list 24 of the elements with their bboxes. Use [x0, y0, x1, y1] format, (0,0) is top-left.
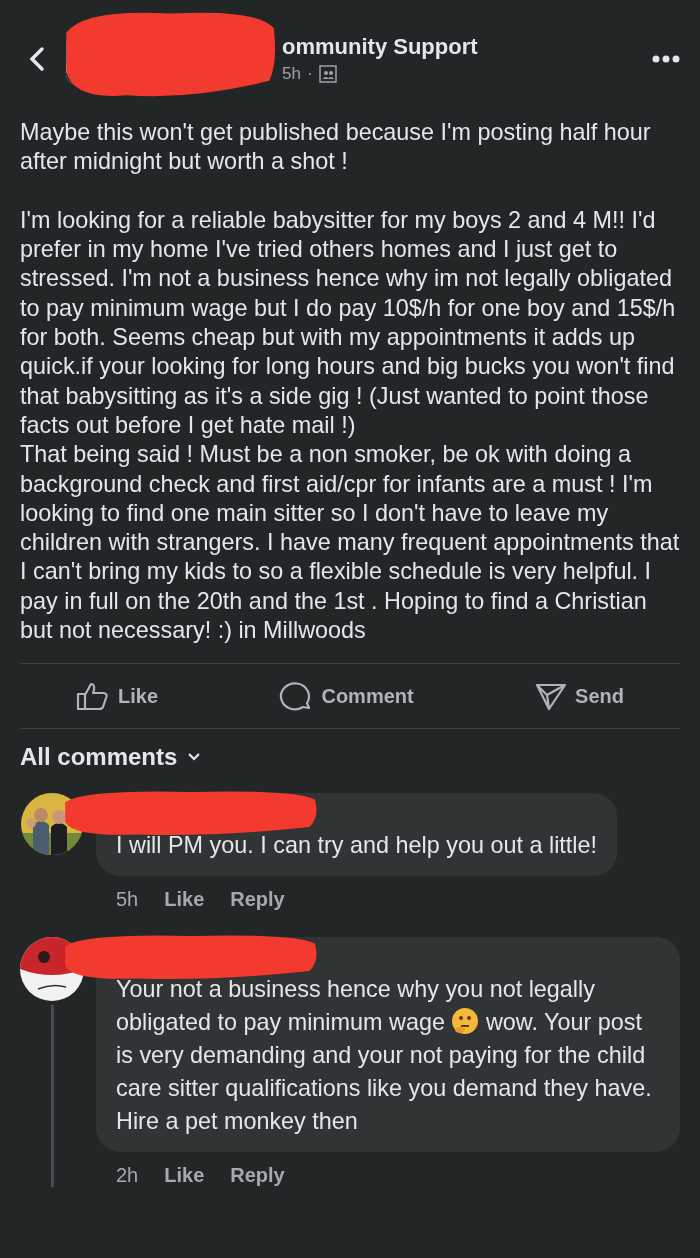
comment-time: 2h — [116, 1164, 139, 1188]
comment-text: I will PM you. I can try and help you out a little! — [116, 831, 598, 861]
reply-link[interactable]: Reply — [230, 1164, 285, 1188]
comment-button[interactable]: Comment — [275, 676, 418, 717]
group-icon — [318, 65, 337, 83]
post-paragraph: Maybe this won't get published because I'm posting half hour after midnight but worth a shot ! — [20, 118, 652, 177]
separator-dot: · — [306, 64, 313, 84]
post-paragraph: I'm looking for a reliable babysitter for my boys 2 and 4 M!! I'd prefer in my home I've tried others homes and I just get to stressed. I'm not a business hence why im not legally obligated to pay minimum wage but I do pay 10$/h for one boy and 15$/h for both. Seems cheap but with my appointments it adds up quick.if your looking for long hours and big bucks you won't find that babysitting as it's a side gig ! (Just wanted to point those facts out before I get hate mail !) — [20, 205, 677, 440]
thinking-emoji-icon — [451, 1007, 480, 1036]
send-icon — [535, 681, 568, 712]
like-button[interactable]: Like — [72, 677, 163, 716]
comments-filter[interactable]: All comments — [20, 743, 202, 772]
thumbs-up-icon — [76, 681, 110, 712]
post-paragraph: That being said ! Must be a non smoker, be ok with doing a background check and first aid/cpr for infants are a must ! I'm looking to find one main sitter so I don't have to leave my children with strangers. I have many frequent appointments that I can't bring my kids to so a flexible schedule is very helpful. I pay in full on the 20th and the 1st . Hoping to find a Christian but not necessary! :) in Millwoods — [20, 440, 680, 646]
send-button[interactable]: Send — [531, 677, 628, 716]
comment-time: 5h — [116, 888, 139, 912]
group-name[interactable]: ommunity Support — [282, 34, 652, 60]
comment-text: Your not a business hence why you not legally obligated to pay minimum wage wow. Your post is very demanding and your not paying for the child care sitter qualifications like you demand they have. Hire a pet monkey then — [116, 975, 653, 1137]
post-time: 5h — [282, 64, 301, 84]
reply-link[interactable]: Reply — [230, 888, 285, 912]
chevron-down-icon — [187, 752, 202, 763]
more-icon[interactable] — [652, 54, 680, 64]
like-link[interactable]: Like — [164, 1164, 205, 1188]
like-link[interactable]: Like — [164, 888, 205, 912]
